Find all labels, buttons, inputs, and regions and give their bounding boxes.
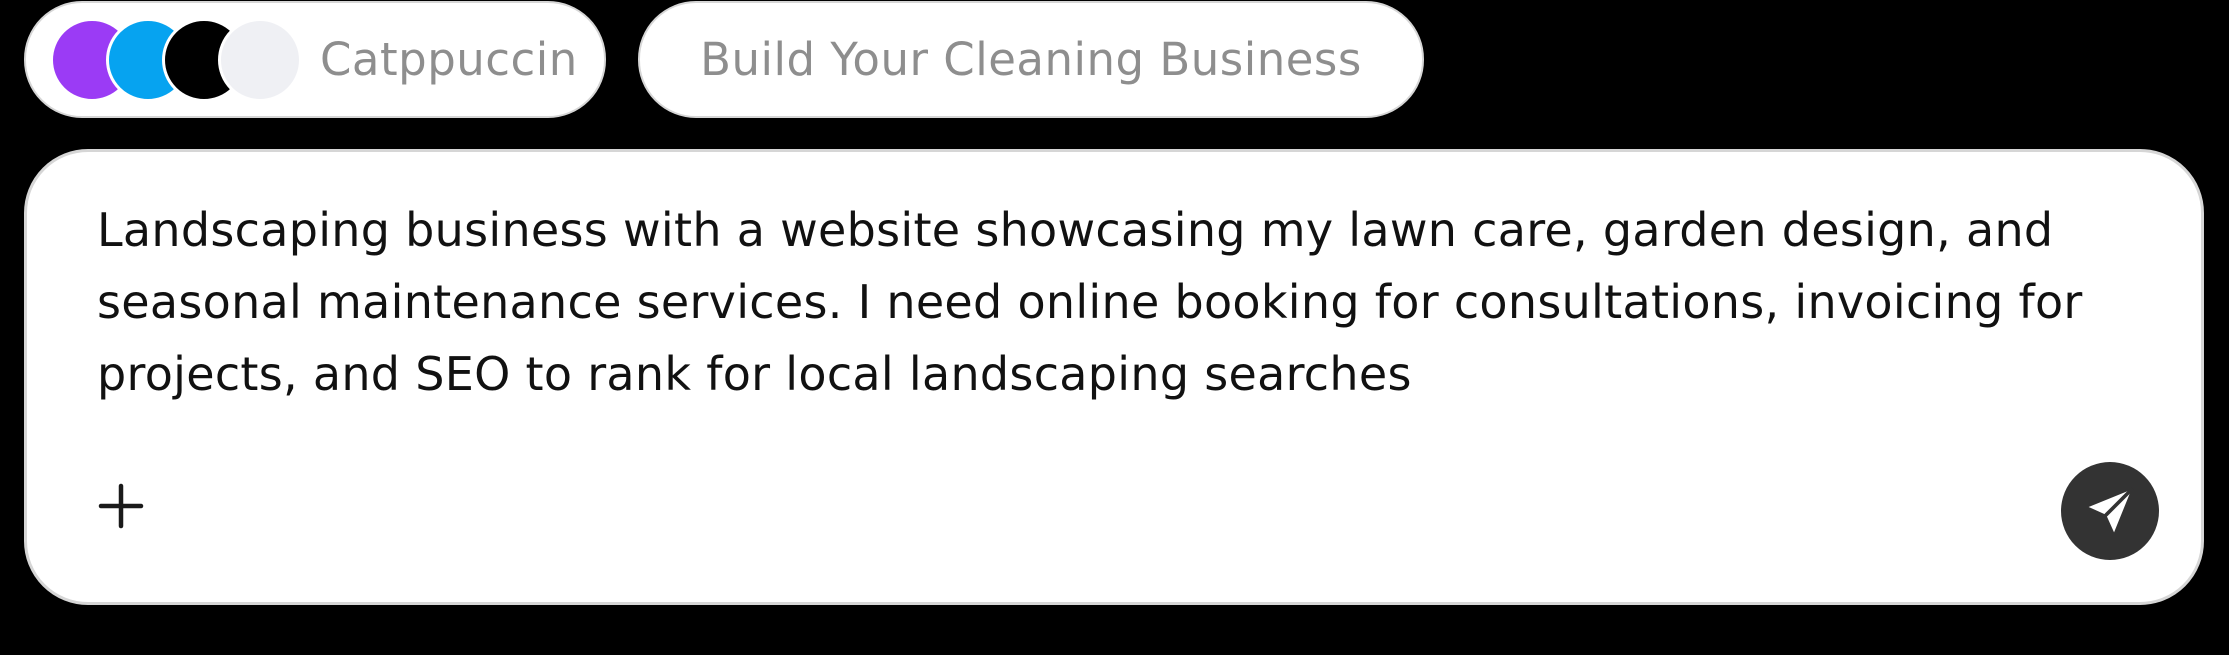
theme-swatch <box>218 17 302 102</box>
plus-icon <box>98 483 144 529</box>
theme-label: Catppuccin <box>320 33 578 86</box>
suggestion-label: Build Your Cleaning Business <box>700 33 1362 86</box>
prompt-input[interactable]: Landscaping business with a website show… <box>97 194 2157 410</box>
prompt-screen: Catppuccin Build Your Cleaning Business … <box>0 0 2229 655</box>
prompt-composer: Landscaping business with a website show… <box>24 149 2204 605</box>
send-button[interactable] <box>2061 462 2159 560</box>
suggestion-chip[interactable]: Build Your Cleaning Business <box>638 1 1424 118</box>
theme-swatches <box>50 17 302 102</box>
send-arrow-icon <box>2088 487 2134 533</box>
add-attachment-button[interactable] <box>91 476 151 536</box>
theme-selector-button[interactable]: Catppuccin <box>24 1 606 118</box>
